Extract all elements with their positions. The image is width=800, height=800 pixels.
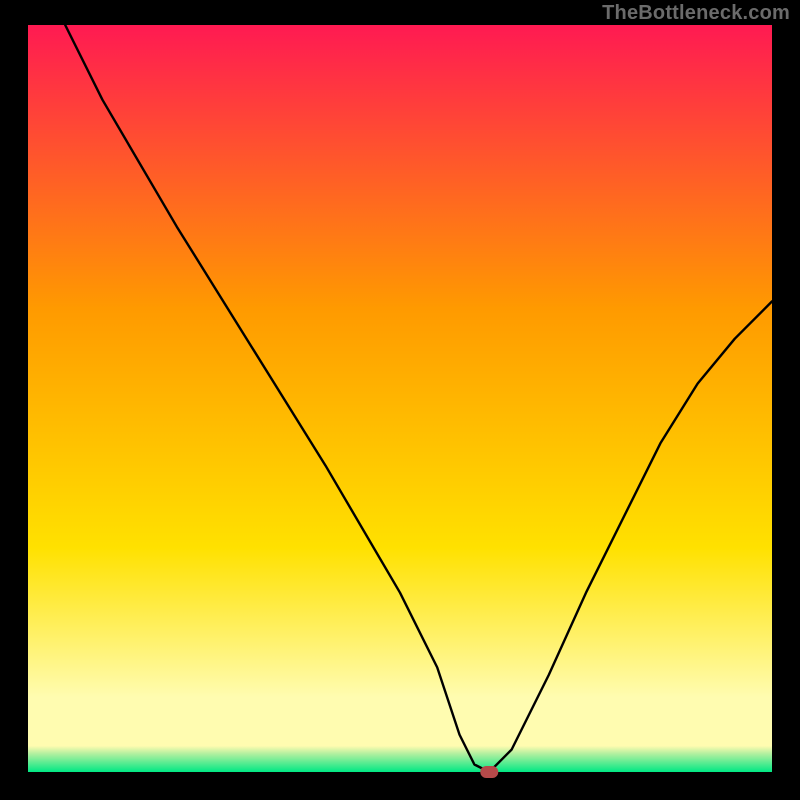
attribution-watermark: TheBottleneck.com: [602, 2, 790, 25]
chart-stage: TheBottleneck.com: [0, 0, 800, 800]
bottleneck-chart: [0, 0, 800, 800]
plot-background: [28, 25, 772, 772]
optimal-point-marker: [480, 766, 498, 778]
